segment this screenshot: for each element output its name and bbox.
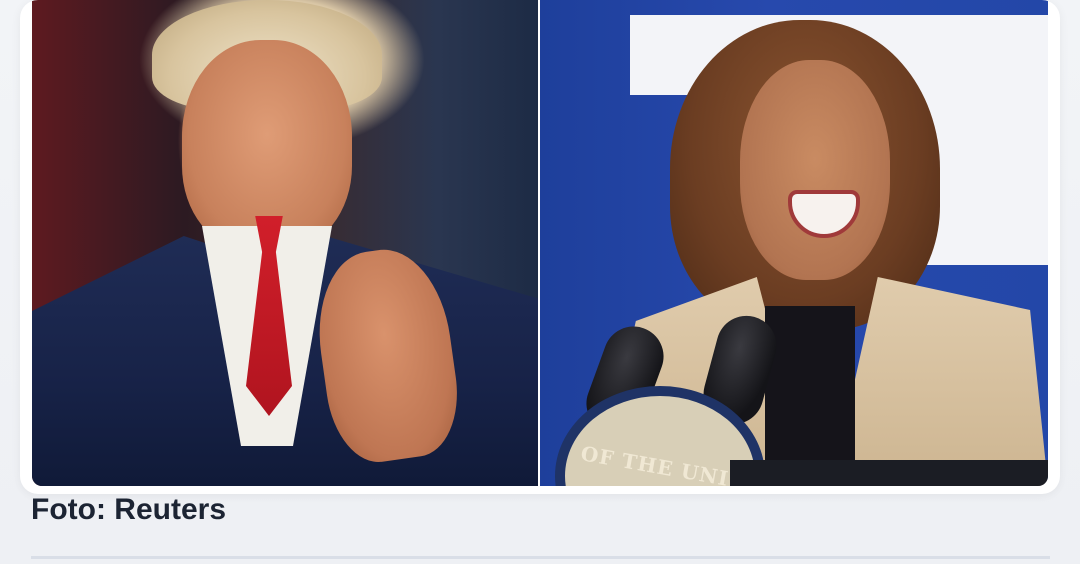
photo-caption: Foto: Reuters: [31, 493, 226, 526]
section-divider: [31, 556, 1050, 559]
article-image-card[interactable]: OF THE UNI: [20, 0, 1060, 494]
podium-shape: [730, 460, 1048, 486]
right-photo[interactable]: OF THE UNI: [540, 0, 1048, 486]
top-shape: [765, 306, 855, 466]
face-shape: [740, 60, 890, 280]
article-page: OF THE UNI Foto: Reuters: [0, 0, 1080, 564]
left-photo[interactable]: [32, 0, 538, 486]
